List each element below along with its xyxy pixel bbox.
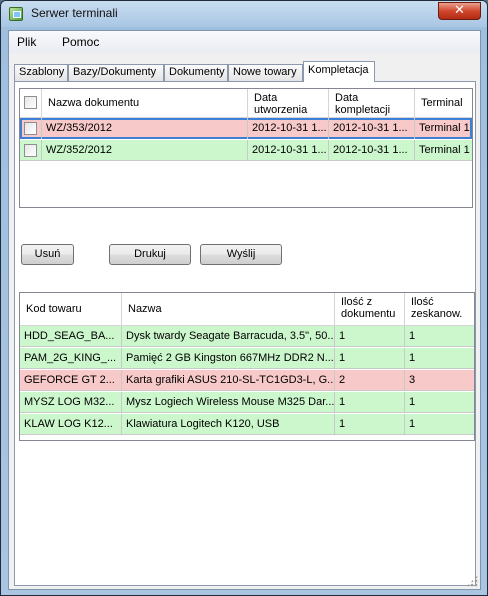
tab-kompletacja[interactable]: Kompletacja [303,61,375,82]
row-checkbox-cell [20,118,42,139]
scanned-qty-cell: 1 [409,418,416,430]
col-header-doc-qty[interactable]: Ilość z dokumentu [335,293,405,325]
scanned-qty-cell: 1 [409,396,416,408]
title-bar[interactable]: Serwer terminali ✕ [1,1,487,27]
item-name-cell: Pamięć 2 GB Kingston 667MHz DDR2 N... [122,348,335,369]
col-header-created[interactable]: Data utworzenia [248,89,329,117]
items-grid-header: Kod towaru Nazwa Ilość z dokumentu Ilość… [20,293,474,326]
doc-qty-cell: 1 [335,348,405,369]
col-header-scanned-qty[interactable]: Ilość zeskanow. [405,293,474,325]
item-row[interactable]: PAM_2G_KING_... Pamięć 2 GB Kingston 667M… [20,348,474,369]
close-button[interactable]: ✕ [438,2,481,20]
item-name-cell: Klawiatura Logitech K120, USB [122,414,335,435]
menu-pomoc[interactable]: Pomoc [62,35,99,49]
delete-button[interactable]: Usuń [21,244,74,265]
document-row[interactable]: WZ/353/2012 2012-10-31 1... 2012-10-31 1..… [20,118,472,139]
scanned-qty-cell: 1 [409,352,416,364]
completed-date-cell: 2012-10-31 1... [329,140,415,161]
doc-qty-cell: 1 [335,326,405,347]
doc-qty-cell: 1 [335,414,405,435]
terminal-cell: Terminal 1 [419,122,470,134]
tab-nowe-towary[interactable]: Nowe towary [228,64,303,81]
completed-date-cell: 2012-10-31 1... [329,118,415,139]
row-checkbox[interactable] [24,144,37,157]
item-name-cell: Mysz Logiech Wireless Mouse M325 Dar... [122,392,335,413]
documents-grid[interactable]: Nazwa dokumentu Data utworzenia Data kom… [19,88,473,208]
item-name-cell: Karta grafiki ASUS 210-SL-TC1GD3-L, G... [122,370,335,391]
item-name-cell: Dysk twardy Seagate Barracuda, 3.5", 50.… [122,326,335,347]
item-row[interactable]: GEFORCE GT 2... Karta grafiki ASUS 210-SL… [20,370,474,391]
item-code-cell: MYSZ LOG M32... [20,392,122,413]
item-code-cell: PAM_2G_KING_... [20,348,122,369]
items-grid[interactable]: Kod towaru Nazwa Ilość z dokumentu Ilość… [19,292,475,441]
tab-bazy-dokumenty[interactable]: Bazy/Dokumenty [68,64,164,81]
scanned-qty-cell: 1 [409,330,416,342]
created-date-cell: 2012-10-31 1... [248,118,329,139]
item-code-cell: KLAW LOG K12... [20,414,122,435]
col-header-item-code[interactable]: Kod towaru [20,293,122,325]
item-row[interactable]: HDD_SEAG_BA... Dysk twardy Seagate Barrac… [20,326,474,347]
row-checkbox[interactable] [24,122,37,135]
menu-plik[interactable]: Plik [17,35,36,49]
header-select-all-cell [20,89,42,117]
scanned-qty-cell: 3 [409,374,416,386]
client-area: Plik Pomoc Szablony Bazy/Dokumenty Dokum… [8,30,481,590]
main-window: Serwer terminali ✕ Plik Pomoc Szablony B… [0,0,488,596]
item-row[interactable]: KLAW LOG K12... Klawiatura Logitech K120,… [20,414,474,435]
tab-szablony[interactable]: Szablony [14,64,68,81]
document-name-cell: WZ/352/2012 [42,140,248,161]
select-all-checkbox[interactable] [24,96,37,109]
item-code-cell: GEFORCE GT 2... [20,370,122,391]
documents-grid-header: Nazwa dokumentu Data utworzenia Data kom… [20,89,472,118]
kompletacja-page: Nazwa dokumentu Data utworzenia Data kom… [14,81,476,586]
created-date-cell: 2012-10-31 1... [248,140,329,161]
document-row[interactable]: WZ/352/2012 2012-10-31 1... 2012-10-31 1..… [20,140,472,161]
menu-bar: Plik Pomoc [9,31,480,53]
row-checkbox-cell [20,140,42,161]
window-title: Serwer terminali [31,6,118,20]
item-code-cell: HDD_SEAG_BA... [20,326,122,347]
app-icon [9,7,23,21]
col-header-item-name[interactable]: Nazwa [122,293,335,325]
col-header-completed[interactable]: Data kompletacji [329,89,415,117]
col-header-terminal[interactable]: Terminal [415,89,472,117]
col-header-document-name[interactable]: Nazwa dokumentu [42,89,248,117]
document-name-cell: WZ/353/2012 [42,118,248,139]
doc-qty-cell: 1 [335,392,405,413]
tab-dokumenty[interactable]: Dokumenty [164,64,228,81]
doc-qty-cell: 2 [335,370,405,391]
send-button[interactable]: Wyślij [200,244,282,265]
item-row[interactable]: MYSZ LOG M32... Mysz Logiech Wireless Mou… [20,392,474,413]
print-button[interactable]: Drukuj [109,244,191,265]
terminal-cell: Terminal 1 [419,144,470,156]
